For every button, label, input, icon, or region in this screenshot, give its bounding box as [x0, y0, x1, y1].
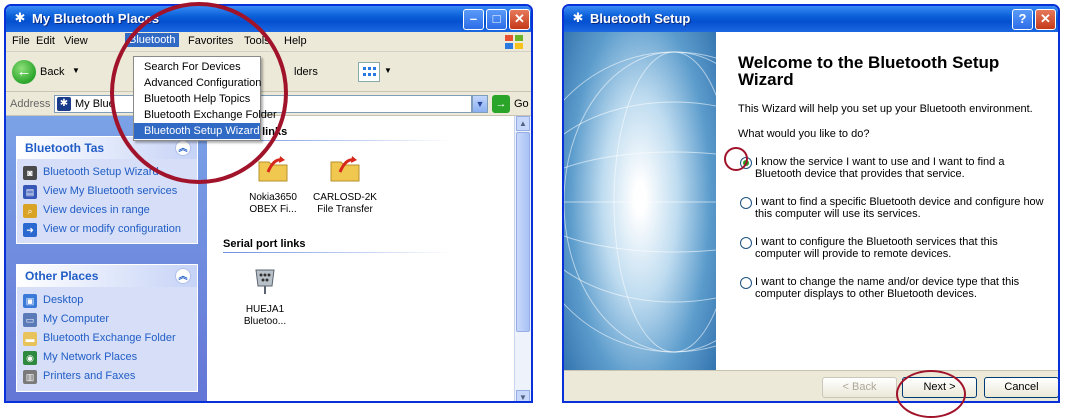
computer-icon: ▭ [23, 313, 37, 327]
desktop-icon: ▣ [23, 294, 37, 308]
scroll-up-icon[interactable]: ▲ [516, 116, 530, 131]
wizard-globe-graphic [564, 32, 716, 401]
vertical-scrollbar[interactable]: ▲ ▼ [514, 116, 531, 401]
wizard-question: What would you like to do? [738, 128, 870, 140]
collapse-chevron-icon[interactable]: ︽ [175, 268, 191, 284]
window-title: Bluetooth Setup [590, 11, 691, 26]
network-icon: ◉ [23, 351, 37, 365]
search-icon: ⌕ [23, 204, 37, 218]
go-button[interactable]: Go [514, 98, 529, 110]
back-button-label[interactable]: Back [40, 66, 64, 78]
help-button[interactable]: ? [1012, 9, 1033, 30]
option-label-change-name[interactable]: I want to change the name and/or device … [755, 276, 1045, 300]
back-dropdown-icon[interactable]: ▼ [72, 66, 80, 75]
wizard-heading: Welcome to the Bluetooth Setup Wizard [738, 53, 1000, 89]
serial-port-links-group-title: Serial port links [223, 238, 306, 250]
annotation-circle-radio [724, 147, 748, 171]
serial-port-icon [255, 269, 275, 294]
views-dropdown-icon[interactable]: ▼ [384, 66, 392, 75]
other-places-header[interactable]: Other Places ︽ [17, 265, 197, 287]
menu-file[interactable]: File [12, 35, 30, 47]
option-label-configure-services[interactable]: I want to configure the Bluetooth servic… [755, 236, 1045, 260]
back-arrow-icon[interactable]: ← [12, 60, 36, 84]
bluetooth-icon: ✱ [57, 97, 71, 111]
option-radio-change-name[interactable] [740, 277, 752, 289]
menu-help[interactable]: Help [284, 35, 307, 47]
scroll-down-icon[interactable]: ▼ [516, 390, 530, 401]
folders-button[interactable]: lders [294, 66, 318, 78]
folder-icon: ▬ [23, 332, 37, 346]
option-label-specific-device[interactable]: I want to find a specific Bluetooth devi… [755, 196, 1045, 220]
wizard-button-bar: < Back Next > Cancel [564, 370, 1058, 401]
bluetooth-setup-icon: ✱ [572, 10, 584, 25]
task-modify-configuration[interactable]: ➜ View or modify configuration [17, 220, 197, 239]
address-dropdown-button[interactable]: ▼ [472, 95, 488, 113]
obex-folder-icon [330, 156, 360, 182]
close-button[interactable]: ✕ [509, 9, 530, 30]
place-desktop[interactable]: ▣ Desktop [17, 291, 197, 310]
option-radio-specific-device[interactable] [740, 197, 752, 209]
file-item-carlosd[interactable]: CARLOSD-2K File Transfer [309, 152, 381, 216]
task-view-services[interactable]: ▤ View My Bluetooth services [17, 182, 197, 201]
place-my-computer[interactable]: ▭ My Computer [17, 310, 197, 329]
task-view-devices-in-range[interactable]: ⌕ View devices in range [17, 201, 197, 220]
title-bar: ✱ My Bluetooth Places – □ ✕ [6, 6, 531, 32]
cancel-button[interactable]: Cancel [984, 377, 1058, 398]
other-places-panel: Other Places ︽ ▣ Desktop ▭ My Computer ▬… [16, 264, 198, 392]
maximize-button[interactable]: □ [486, 9, 507, 30]
address-value: My Blue [75, 98, 115, 110]
wizard-intro: This Wizard will help you set up your Bl… [738, 103, 1033, 115]
annotation-circle-bluetooth-menu [110, 2, 288, 184]
bluetooth-setup-wizard-window: ✱ Bluetooth Setup ? ✕ Welcome to the Blu… [562, 4, 1060, 403]
scrollbar-thumb[interactable] [516, 132, 530, 332]
back-button[interactable]: < Back [822, 377, 897, 398]
place-network-places[interactable]: ◉ My Network Places [17, 348, 197, 367]
annotation-circle-next [896, 370, 966, 418]
menu-view[interactable]: View [64, 35, 88, 47]
windows-logo-icon [505, 35, 523, 49]
group-divider [223, 252, 453, 253]
printer-icon: ▥ [23, 370, 37, 384]
bluetooth-icon: ✱ [14, 10, 26, 25]
menu-edit[interactable]: Edit [36, 35, 55, 47]
minimize-button[interactable]: – [463, 9, 484, 30]
services-icon: ▤ [23, 185, 37, 199]
other-places-title: Other Places [25, 269, 99, 283]
place-printers-faxes[interactable]: ▥ Printers and Faxes [17, 367, 197, 386]
wizard-icon: ◙ [23, 166, 37, 180]
globe-grid-icon [564, 51, 716, 353]
place-exchange-folder[interactable]: ▬ Bluetooth Exchange Folder [17, 329, 197, 348]
title-bar: ✱ Bluetooth Setup ? ✕ [564, 6, 1058, 32]
option-label-known-service[interactable]: I know the service I want to use and I w… [755, 156, 1045, 180]
address-label: Address [10, 98, 51, 110]
views-button[interactable] [358, 62, 380, 82]
views-grid-icon [363, 67, 376, 76]
close-button[interactable]: ✕ [1035, 9, 1056, 30]
bluetooth-tasks-title: Bluetooth Tas [25, 141, 105, 155]
go-arrow-icon[interactable]: → [492, 95, 510, 113]
file-item-hueja1[interactable]: HUEJA1 Bluetoo... [229, 264, 301, 328]
configuration-icon: ➜ [23, 223, 37, 237]
option-radio-configure-services[interactable] [740, 237, 752, 249]
